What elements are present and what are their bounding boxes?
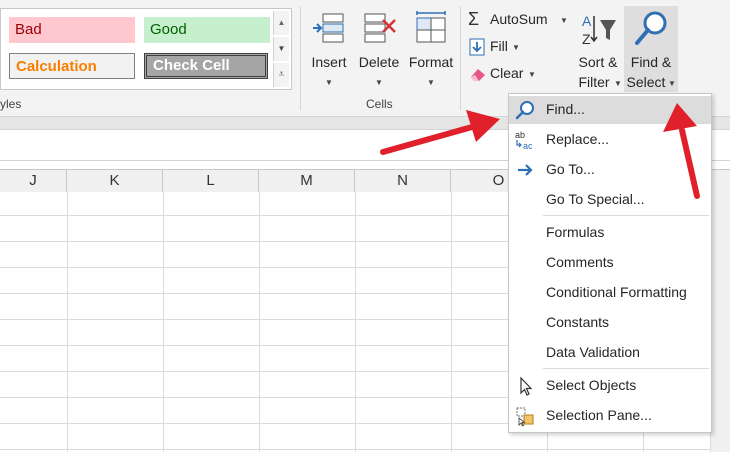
format-cells-icon — [416, 11, 446, 43]
menu-item-go-to[interactable]: Go To... — [509, 156, 711, 184]
menu-item-find[interactable]: Find... — [509, 96, 711, 124]
menu-item-label: Conditional Formatting — [546, 284, 687, 300]
menu-item-go-to-special[interactable]: Go To Special... — [509, 186, 711, 214]
sigma-icon: Σ — [468, 9, 480, 29]
chevron-down-icon: ▼ — [560, 16, 568, 25]
style-check-cell[interactable]: Check Cell — [144, 53, 268, 79]
find-select-menu: Find... ab ac Replace... Go To... Go To … — [508, 93, 712, 433]
style-calculation[interactable]: Calculation — [9, 53, 135, 79]
cursor-icon — [520, 376, 533, 396]
format-button[interactable]: Format ▼ — [405, 6, 457, 92]
menu-separator — [543, 215, 709, 216]
menu-item-constants[interactable]: Constants — [509, 309, 711, 337]
delete-label: Delete — [358, 54, 400, 70]
sort-filter-icon: A Z — [582, 13, 616, 47]
menu-item-label: Go To... — [546, 161, 595, 177]
svg-text:A: A — [582, 13, 592, 29]
magnifier-icon — [635, 11, 667, 45]
menu-item-conditional-formatting[interactable]: Conditional Formatting — [509, 279, 711, 307]
find-select-button[interactable]: Find & Select ▼ — [624, 6, 678, 92]
menu-item-data-validation[interactable]: Data Validation — [509, 339, 711, 367]
selection-pane-icon — [516, 407, 534, 427]
fill-label: Fill — [490, 38, 508, 54]
style-good[interactable]: Good — [144, 17, 270, 43]
cells-group-label: Cells — [366, 97, 393, 111]
chevron-down-icon: ▼ — [528, 70, 536, 79]
delete-button[interactable]: Delete ▼ — [355, 6, 403, 92]
column-header[interactable]: L — [163, 170, 259, 192]
find-select-label-1: Find & — [630, 54, 672, 70]
separator — [300, 6, 301, 110]
insert-label: Insert — [311, 54, 347, 70]
column-header[interactable]: J — [0, 170, 67, 192]
arrow-right-icon — [518, 164, 533, 176]
menu-separator — [543, 368, 709, 369]
clear-button[interactable]: Clear ▼ — [466, 63, 546, 85]
menu-item-selection-pane[interactable]: Selection Pane... — [509, 402, 711, 430]
insert-cells-icon — [313, 13, 344, 43]
chevron-down-icon: ▼ — [427, 78, 435, 87]
magnifier-icon — [515, 101, 534, 120]
chevron-down-icon: ▼ — [614, 79, 622, 88]
menu-item-label: Comments — [546, 254, 614, 270]
menu-item-label: Formulas — [546, 224, 605, 240]
svg-text:ac: ac — [523, 141, 533, 151]
menu-item-label: Data Validation — [546, 344, 640, 360]
autosum-button[interactable]: Σ AutoSum ▼ — [466, 9, 570, 31]
chevron-down-icon: ▼ — [668, 79, 676, 88]
styles-gallery: Bad Good Calculation Check Cell ▲ ▼ ⩡ — [0, 8, 292, 90]
clear-label: Clear — [490, 65, 524, 81]
separator — [460, 6, 461, 110]
format-label: Format — [408, 54, 454, 70]
menu-item-label: Constants — [546, 314, 610, 330]
fill-button[interactable]: Fill ▼ — [466, 36, 536, 58]
svg-text:ab: ab — [515, 130, 525, 140]
menu-item-label: Replace... — [546, 131, 610, 147]
style-bad[interactable]: Bad — [9, 17, 135, 43]
delete-cells-icon — [364, 13, 396, 43]
menu-item-label: Select Objects — [546, 377, 637, 393]
menu-item-formulas[interactable]: Formulas — [509, 219, 711, 247]
menu-item-label: Selection Pane... — [546, 407, 652, 423]
sort-filter-button[interactable]: A Z Sort & Filter ▼ — [572, 6, 624, 92]
sort-filter-label-2: Filter — [578, 74, 610, 90]
replace-icon: ab ac — [515, 130, 533, 151]
column-header[interactable]: N — [355, 170, 451, 192]
svg-text:Z: Z — [582, 31, 591, 47]
styles-group-label: yles — [0, 97, 22, 111]
column-header[interactable]: K — [67, 170, 163, 192]
menu-item-label: Go To Special... — [546, 191, 645, 207]
gallery-scroll-down[interactable]: ▼ — [273, 37, 289, 61]
fill-down-icon — [469, 38, 485, 56]
chevron-down-icon: ▼ — [512, 43, 520, 52]
vertical-scrollbar[interactable] — [710, 192, 730, 452]
menu-item-select-objects[interactable]: Select Objects — [509, 372, 711, 400]
sort-filter-label-1: Sort & — [578, 54, 618, 70]
chevron-down-icon: ▼ — [325, 78, 333, 87]
eraser-icon — [471, 69, 485, 81]
autosum-label: AutoSum — [490, 11, 548, 27]
chevron-down-icon: ▼ — [375, 78, 383, 87]
menu-item-comments[interactable]: Comments — [509, 249, 711, 277]
insert-button[interactable]: Insert ▼ — [305, 6, 353, 92]
gallery-scroll-up[interactable]: ▲ — [273, 11, 289, 35]
menu-item-replace[interactable]: ab ac Replace... — [509, 126, 711, 154]
gallery-more[interactable]: ⩡ — [273, 63, 289, 87]
column-header[interactable]: M — [259, 170, 355, 192]
menu-item-label: Find... — [546, 101, 585, 117]
find-select-label-2: Select — [626, 74, 666, 90]
